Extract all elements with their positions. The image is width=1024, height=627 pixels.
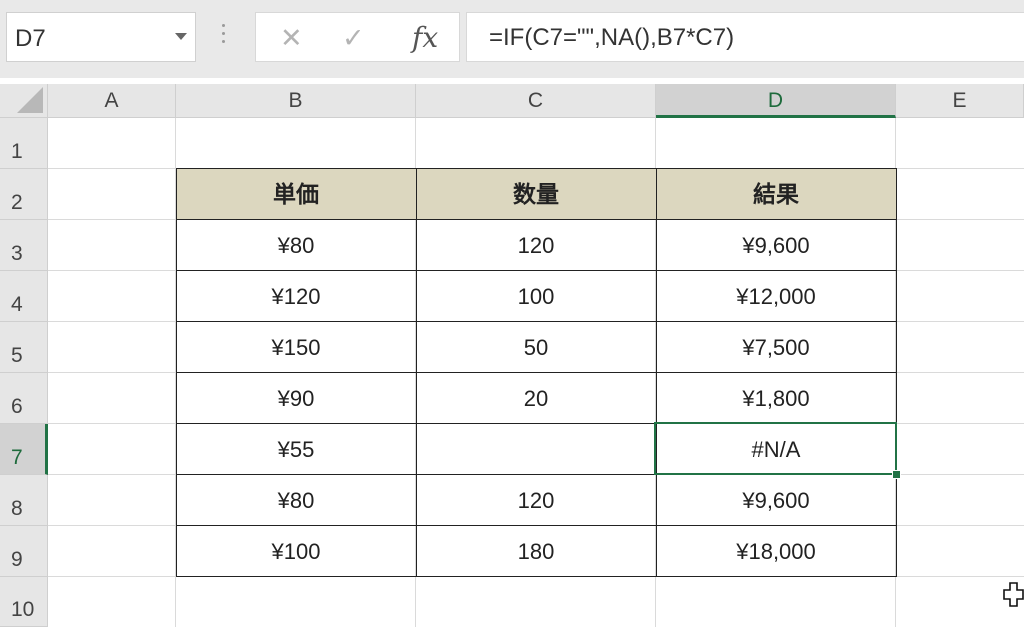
cell-d8[interactable]: ¥9,600 — [656, 475, 896, 526]
table-border — [176, 270, 897, 271]
row-number: 5 — [11, 344, 23, 367]
column-header-b[interactable]: B — [176, 84, 416, 118]
row-number: 8 — [11, 497, 23, 520]
table-border — [176, 525, 897, 526]
cell-b9[interactable]: ¥100 — [176, 526, 416, 577]
column-header-e[interactable]: E — [896, 84, 1024, 118]
cell-d6[interactable]: ¥1,800 — [656, 373, 896, 424]
row-header-7[interactable]: 7 — [0, 424, 48, 475]
cell-b8[interactable]: ¥80 — [176, 475, 416, 526]
insert-function-icon[interactable]: fx — [412, 21, 438, 54]
cell-d5[interactable]: ¥7,500 — [656, 322, 896, 373]
table-border — [176, 168, 897, 169]
name-box[interactable]: D7 — [6, 12, 196, 62]
row-header-8[interactable]: 8 — [0, 475, 48, 526]
cell-c7[interactable] — [416, 424, 656, 475]
table-border — [176, 321, 897, 322]
cell-cursor-icon — [1003, 582, 1024, 607]
table-border — [176, 372, 897, 373]
row-header-6[interactable]: 6 — [0, 373, 48, 424]
cell-d3[interactable]: ¥9,600 — [656, 220, 896, 271]
cell-d4[interactable]: ¥12,000 — [656, 271, 896, 322]
column-header-c[interactable]: C — [416, 84, 656, 118]
formula-text: =IF(C7="",NA(),B7*C7) — [489, 24, 735, 51]
select-all-icon — [17, 87, 43, 113]
row-number: 2 — [11, 191, 23, 214]
row-number: 3 — [11, 242, 23, 265]
row-number: 10 — [11, 598, 35, 621]
row-header-4[interactable]: 4 — [0, 271, 48, 322]
chevron-down-icon[interactable] — [175, 33, 187, 40]
cell-c4[interactable]: 100 — [416, 271, 656, 322]
row-header-2[interactable]: 2 — [0, 169, 48, 220]
row-header-5[interactable]: 5 — [0, 322, 48, 373]
cell-c3[interactable]: 120 — [416, 220, 656, 271]
fill-handle[interactable] — [892, 470, 901, 479]
name-box-value: D7 — [15, 25, 46, 52]
table-border — [176, 219, 897, 220]
cell-b7[interactable]: ¥55 — [176, 424, 416, 475]
column-header-a[interactable]: A — [48, 84, 176, 118]
cell-c8[interactable]: 120 — [416, 475, 656, 526]
row-number: 4 — [11, 293, 23, 316]
header-cell-unit-price[interactable]: 単価 — [176, 169, 416, 220]
formula-buttons: ✕ ✓ fx — [255, 12, 460, 62]
header-cell-result[interactable]: 結果 — [656, 169, 896, 220]
grip-icon[interactable] — [221, 24, 227, 50]
cell-c9[interactable]: 180 — [416, 526, 656, 577]
row-header-10[interactable]: 10 — [0, 577, 48, 627]
row-header-1[interactable]: 1 — [0, 118, 48, 169]
cell-b5[interactable]: ¥150 — [176, 322, 416, 373]
cell-b3[interactable]: ¥80 — [176, 220, 416, 271]
row-number: 1 — [11, 140, 23, 163]
row-number: 9 — [11, 548, 23, 571]
row-number: 7 — [11, 446, 23, 469]
cell-d9[interactable]: ¥18,000 — [656, 526, 896, 577]
formula-input[interactable]: =IF(C7="",NA(),B7*C7) — [466, 12, 1024, 62]
cell-b6[interactable]: ¥90 — [176, 373, 416, 424]
header-cell-quantity[interactable]: 数量 — [416, 169, 656, 220]
active-cell-outline — [654, 422, 897, 475]
enter-icon[interactable]: ✓ — [342, 23, 365, 54]
cancel-icon[interactable]: ✕ — [280, 23, 303, 54]
table-border — [176, 576, 897, 577]
cell-c5[interactable]: 50 — [416, 322, 656, 373]
row-number: 6 — [11, 395, 23, 418]
formula-bar-area: D7 ✕ ✓ fx =IF(C7="",NA(),B7*C7) — [0, 0, 1024, 78]
column-header-d[interactable]: D — [656, 84, 896, 118]
select-all-button[interactable] — [0, 84, 48, 118]
row-header-3[interactable]: 3 — [0, 220, 48, 271]
cell-b4[interactable]: ¥120 — [176, 271, 416, 322]
row-header-9[interactable]: 9 — [0, 526, 48, 577]
cell-c6[interactable]: 20 — [416, 373, 656, 424]
